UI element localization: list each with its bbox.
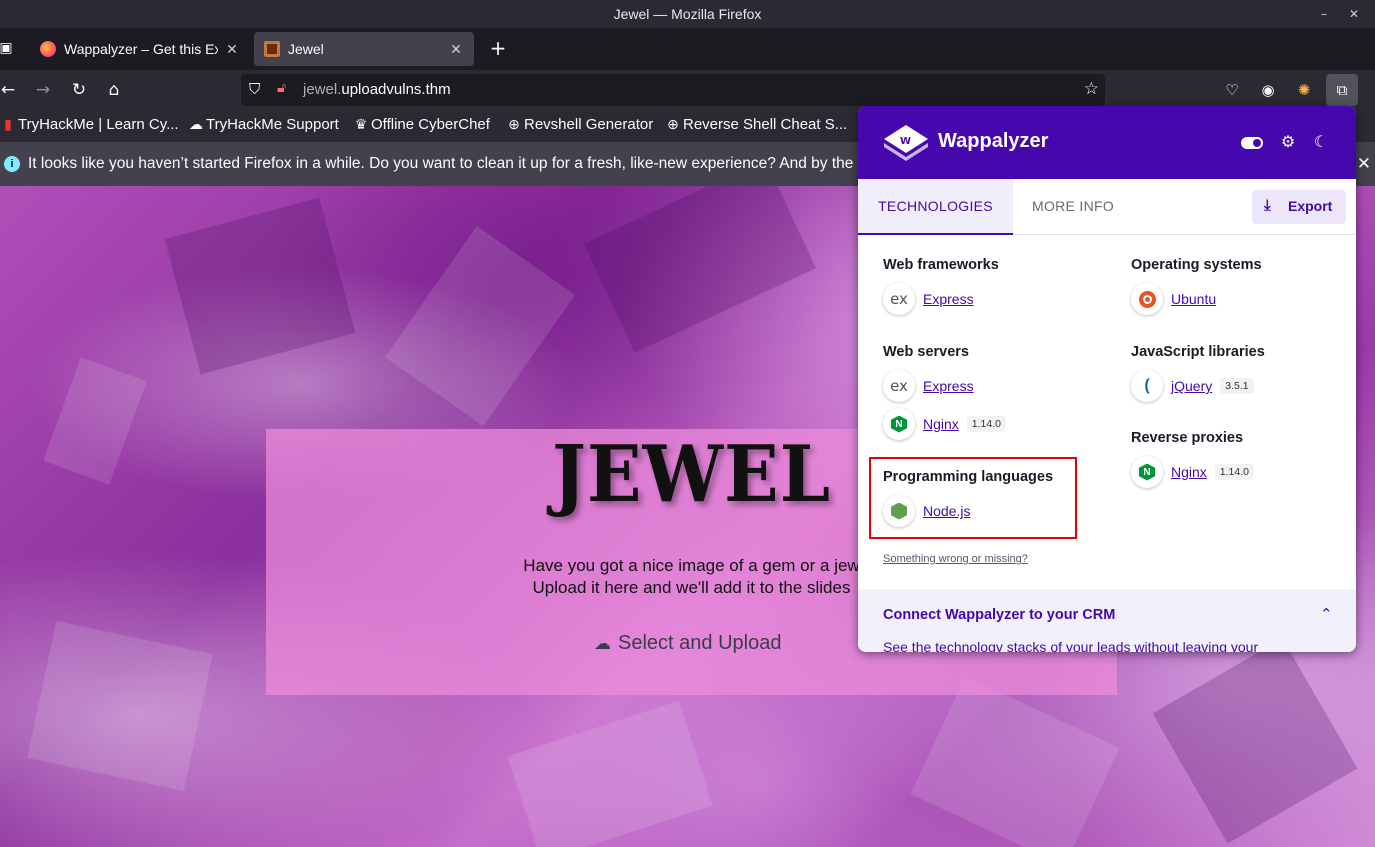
chef-hat-icon: ♛ [354, 116, 368, 132]
new-tab-icon[interactable]: + [486, 36, 510, 60]
bookmark-reverse-shell-cheat[interactable]: ⊕ Reverse Shell Cheat S... [665, 116, 847, 133]
bookmark-tryhackme-support[interactable]: ☁ TryHackMe Support [188, 116, 339, 133]
close-tab-icon[interactable]: ✕ [224, 41, 240, 58]
tech-nodejs[interactable]: Node.js [883, 495, 970, 527]
jewel-favicon-icon [264, 41, 280, 57]
nginx-icon: N [883, 408, 915, 440]
crystal-facet [584, 186, 816, 353]
bookmark-star-icon[interactable]: ☆ [1084, 79, 1099, 99]
wappalyzer-brand: Wappalyzer [938, 130, 1049, 152]
wappalyzer-header: W Wappalyzer ⚙ ☾ [858, 106, 1356, 179]
category-programming-languages: Programming languages [883, 469, 1054, 485]
crystal-facet [43, 357, 147, 485]
category-operating-systems: Operating systems [1131, 257, 1262, 273]
select-and-upload-button[interactable]: ☁ Select and Upload [594, 632, 781, 655]
insecure-lock-icon[interactable]: 🔓︎ [277, 80, 286, 96]
bookmark-tryhackme[interactable]: ▮ TryHackMe | Learn Cy... [0, 116, 178, 133]
crm-title: Connect Wappalyzer to your CRM [883, 607, 1116, 623]
globe-icon: ⊕ [667, 116, 679, 132]
firefox-icon [40, 41, 56, 57]
account-icon[interactable]: ◉ [1256, 78, 1280, 102]
info-icon: i [4, 156, 20, 172]
something-wrong-link[interactable]: Something wrong or missing? [883, 553, 1028, 565]
tech-nginx[interactable]: N Nginx 1.14.0 [883, 408, 1006, 440]
dark-mode-moon-icon[interactable]: ☾ [1310, 132, 1332, 154]
tab-jewel[interactable]: Jewel ✕ [254, 32, 474, 66]
bookmark-revshell[interactable]: ⊕ Revshell Generator [506, 116, 653, 133]
toggle-switch[interactable] [1241, 137, 1263, 149]
reload-icon[interactable]: ↻ [67, 78, 91, 102]
navigation-toolbar: ← → ↻ ⌂ ⛉ 🔓︎ jewel.uploadvulns.thm ☆ ♡ ◉… [0, 70, 1375, 110]
close-tab-icon[interactable]: ✕ [448, 41, 464, 58]
cloud-upload-icon: ☁ [594, 634, 611, 653]
crm-text: See the technology stacks of your leads … [883, 639, 1259, 652]
crystal-facet [507, 700, 713, 847]
nodejs-icon [883, 495, 915, 527]
wappalyzer-popup: W Wappalyzer ⚙ ☾ TECHNOLOGIES MORE INFO … [858, 106, 1356, 652]
tech-jquery[interactable]: ( jQuery 3.5.1 [1131, 370, 1254, 402]
crystal-facet [164, 197, 356, 375]
export-button[interactable]: ⤓ Export [1252, 190, 1346, 224]
tab-wappalyzer[interactable]: Wappalyzer – Get this Ext ✕ [30, 32, 250, 66]
tech-ubuntu[interactable]: Ubuntu [1131, 283, 1216, 315]
crystal-facet [910, 676, 1120, 847]
shield-icon[interactable]: ⛉ [249, 80, 260, 98]
window-title: Jewel — Mozilla Firefox [613, 6, 762, 22]
chevron-up-icon[interactable]: ⌃ [1320, 605, 1333, 623]
close-notification-icon[interactable]: ✕ [1357, 154, 1371, 174]
express-icon: ex [883, 283, 915, 315]
express-icon: ex [883, 370, 915, 402]
tryhackme-icon: ▮ [4, 116, 12, 132]
settings-gear-icon[interactable]: ⚙ [1277, 132, 1299, 154]
download-icon: ⤓ [1264, 197, 1271, 214]
pocket-icon[interactable]: ♡ [1220, 78, 1244, 102]
foxyproxy-icon[interactable]: ✺ [1292, 78, 1316, 102]
category-javascript-libraries: JavaScript libraries [1131, 344, 1265, 360]
crm-section[interactable]: Connect Wappalyzer to your CRM ⌃ See the… [858, 589, 1356, 652]
jquery-icon: ( [1131, 370, 1163, 402]
tab-label: Jewel [288, 41, 324, 57]
tab-list-icon[interactable]: ▣ [0, 36, 18, 60]
ubuntu-icon [1131, 283, 1163, 315]
close-window-icon[interactable]: ✕ [1344, 4, 1364, 24]
support-icon: ☁ [189, 116, 203, 132]
version-badge: 1.14.0 [966, 416, 1006, 432]
url-bar[interactable]: ⛉ 🔓︎ jewel.uploadvulns.thm ☆ [241, 74, 1105, 106]
version-badge: 1.14.0 [1214, 464, 1254, 480]
crystal-facet [1152, 638, 1358, 844]
tab-strip: ▣ Wappalyzer – Get this Ext ✕ Jewel ✕ + [0, 28, 1375, 70]
notification-text: It looks like you haven’t started Firefo… [28, 155, 889, 172]
tech-express[interactable]: ex Express [883, 370, 974, 402]
tab-label: Wappalyzer – Get this Ext [64, 41, 218, 57]
svg-text:W: W [900, 136, 911, 147]
globe-icon: ⊕ [508, 116, 520, 132]
wappalyzer-logo-icon: W [884, 125, 928, 161]
home-icon[interactable]: ⌂ [102, 78, 126, 102]
tech-express[interactable]: ex Express [883, 283, 974, 315]
crystal-facet [27, 620, 213, 792]
category-web-frameworks: Web frameworks [883, 257, 999, 273]
category-reverse-proxies: Reverse proxies [1131, 430, 1244, 446]
forward-icon[interactable]: → [31, 78, 55, 102]
crystal-facet [384, 226, 576, 426]
version-badge: 3.5.1 [1220, 378, 1254, 394]
bookmark-cyberchef[interactable]: ♛ Offline CyberChef [353, 116, 490, 133]
tab-technologies[interactable]: TECHNOLOGIES [858, 179, 1013, 235]
window-titlebar: Jewel — Mozilla Firefox – ✕ [0, 0, 1375, 28]
tab-more-info[interactable]: MORE INFO [1013, 179, 1133, 235]
category-web-servers: Web servers [883, 344, 969, 360]
nginx-icon: N [1131, 456, 1163, 488]
minimize-icon[interactable]: – [1314, 4, 1334, 24]
back-icon[interactable]: ← [0, 78, 20, 102]
tech-nginx[interactable]: N Nginx 1.14.0 [1131, 456, 1254, 488]
extensions-icon[interactable]: ⧉ [1326, 74, 1358, 106]
url-text[interactable]: jewel.uploadvulns.thm [303, 81, 451, 98]
